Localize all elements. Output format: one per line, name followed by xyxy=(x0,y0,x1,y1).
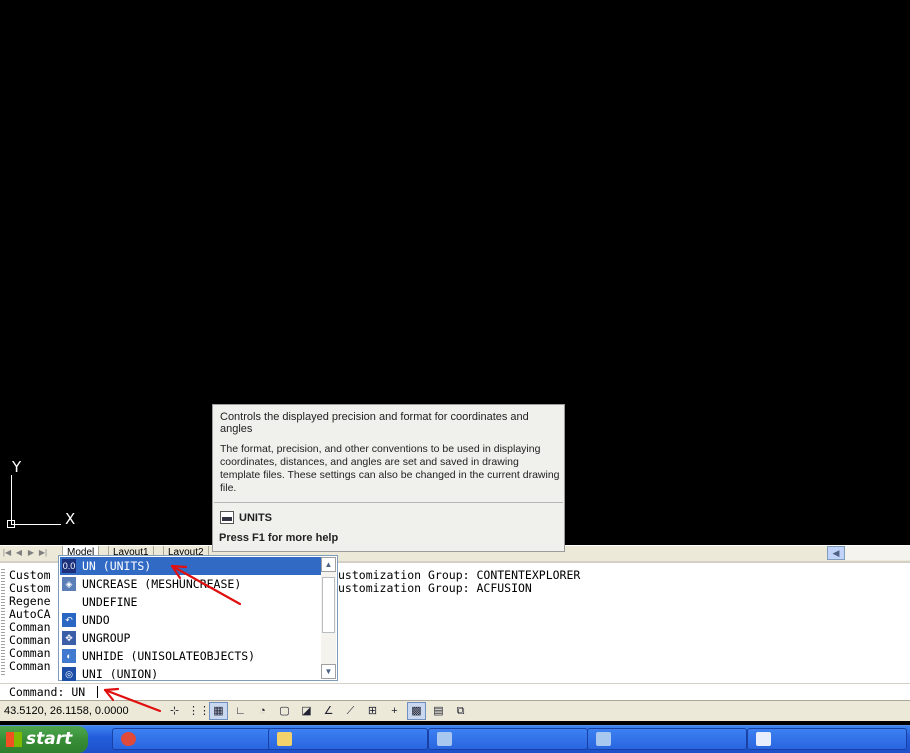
last-tab-icon[interactable]: ▶| xyxy=(38,547,48,559)
osnap-icon[interactable]: ▢ xyxy=(275,702,294,720)
grip-handle[interactable] xyxy=(1,567,5,677)
tooltip-title: Controls the displayed precision and for… xyxy=(220,411,529,435)
taskbar-task[interactable] xyxy=(112,728,272,750)
snap-icon[interactable]: ⊹ xyxy=(165,702,184,720)
command-autocomplete-list[interactable]: 0.0 UN (UNITS) ◈ UNCREASE (MESHUNCREASE) UND… xyxy=(58,555,338,681)
chrome-icon xyxy=(121,732,136,746)
start-label: start xyxy=(26,729,73,749)
autocomplete-item-label: UNGROUP xyxy=(82,631,131,645)
history-line-tail: ustomization Group: ACFUSION xyxy=(338,581,532,595)
autocomplete-item[interactable]: 0.0 UN (UNITS) xyxy=(60,557,322,575)
taskbar-task[interactable] xyxy=(428,728,588,750)
autocomplete-item-label: UNI (UNION) xyxy=(82,667,159,681)
autocomplete-item-label: UNCREASE (MESHUNCREASE) xyxy=(82,577,242,591)
command-prompt: Command: xyxy=(9,685,72,699)
autocomplete-item[interactable]: ↶ UNDO xyxy=(60,611,322,629)
lweight-icon[interactable]: + xyxy=(385,702,404,720)
autocomplete-item[interactable]: UNDEFINE xyxy=(60,593,322,611)
horizontal-scrollbar[interactable]: ◀ xyxy=(827,546,910,560)
taskbar-task[interactable] xyxy=(268,728,428,750)
scroll-thumb[interactable] xyxy=(322,577,335,633)
3dosnap-icon[interactable]: ◪ xyxy=(297,702,316,720)
word-icon xyxy=(756,732,771,746)
text-caret xyxy=(97,686,98,698)
history-line: Comman xyxy=(9,659,51,673)
qp-icon[interactable]: ▤ xyxy=(429,702,448,720)
union-icon: ◎ xyxy=(62,667,76,681)
autocomplete-item[interactable]: ◎ UNI (UNION) xyxy=(60,665,322,683)
undo-icon: ↶ xyxy=(62,613,76,627)
ungroup-icon: ✥ xyxy=(62,631,76,645)
ortho-icon[interactable]: ∟ xyxy=(231,702,250,720)
next-tab-icon[interactable]: ▶ xyxy=(26,547,36,559)
status-bar: 43.5120, 26.1158, 0.0000 ⊹ ⋮⋮ ▦ ∟ ◔ ▢ ◪ ∠ ⟋ ⊞ + ▩ ▤ ⧉ xyxy=(0,700,910,721)
units-icon xyxy=(220,511,234,524)
sc-icon[interactable]: ⧉ xyxy=(451,702,470,720)
grid-display-icon[interactable]: ▦ xyxy=(209,702,228,720)
tooltip-description: The format, precision, and other convent… xyxy=(220,443,560,494)
autocad-icon xyxy=(437,732,452,746)
ucs-x-label: X xyxy=(65,510,76,528)
tooltip-help: Press F1 for more help xyxy=(219,532,339,544)
autocomplete-item[interactable]: ◈ UNCREASE (MESHUNCREASE) xyxy=(60,575,322,593)
coordinate-readout[interactable]: 43.5120, 26.1158, 0.0000 xyxy=(4,705,129,717)
autocad-icon xyxy=(596,732,611,746)
tooltip-command: UNITS xyxy=(239,512,272,524)
transparency-icon[interactable]: ▩ xyxy=(407,702,426,720)
command-line[interactable]: Command: UN xyxy=(0,683,910,700)
command-value[interactable]: UN xyxy=(71,685,85,699)
ucs-y-label: Y xyxy=(12,458,22,476)
windows-taskbar: start xyxy=(0,725,910,753)
tooltip-divider xyxy=(214,502,563,503)
taskbar-task[interactable] xyxy=(587,728,747,750)
autocomplete-item-label: UNHIDE (UNISOLATEOBJECTS) xyxy=(82,649,256,663)
autocomplete-scrollbar[interactable]: ▲ ▼ xyxy=(321,557,336,679)
command-input[interactable]: Command: UN xyxy=(9,685,85,699)
unhide-icon: ◐ xyxy=(62,649,76,663)
uncrease-icon: ◈ xyxy=(62,577,76,591)
windows-logo-icon xyxy=(6,732,22,747)
prev-tab-icon[interactable]: ◀ xyxy=(14,547,24,559)
autocomplete-item-label: UN (UNITS) xyxy=(82,559,152,573)
polar-icon[interactable]: ◔ xyxy=(253,702,272,720)
autocomplete-item-label: UNDEFINE xyxy=(82,595,138,609)
autocomplete-item[interactable]: ◐ UNHIDE (UNISOLATEOBJECTS) xyxy=(60,647,322,665)
command-tooltip: Controls the displayed precision and for… xyxy=(212,404,565,552)
first-tab-icon[interactable]: |◀ xyxy=(2,547,12,559)
scroll-down-icon[interactable]: ▼ xyxy=(321,664,336,679)
autocomplete-item-label: UNDO xyxy=(82,613,110,627)
scroll-up-icon[interactable]: ▲ xyxy=(321,557,336,572)
dyn-icon[interactable]: ⊞ xyxy=(363,702,382,720)
scroll-left-icon[interactable]: ◀ xyxy=(827,546,845,560)
folder-icon xyxy=(277,732,292,746)
ducs-icon[interactable]: ⟋ xyxy=(341,702,360,720)
taskbar-task[interactable] xyxy=(747,728,907,750)
autocomplete-item[interactable]: ✥ UNGROUP xyxy=(60,629,322,647)
grid-icon[interactable]: ⋮⋮ xyxy=(187,702,210,720)
otrack-icon[interactable]: ∠ xyxy=(319,702,338,720)
start-button[interactable]: start xyxy=(0,726,88,753)
units-icon: 0.0 xyxy=(62,559,76,573)
